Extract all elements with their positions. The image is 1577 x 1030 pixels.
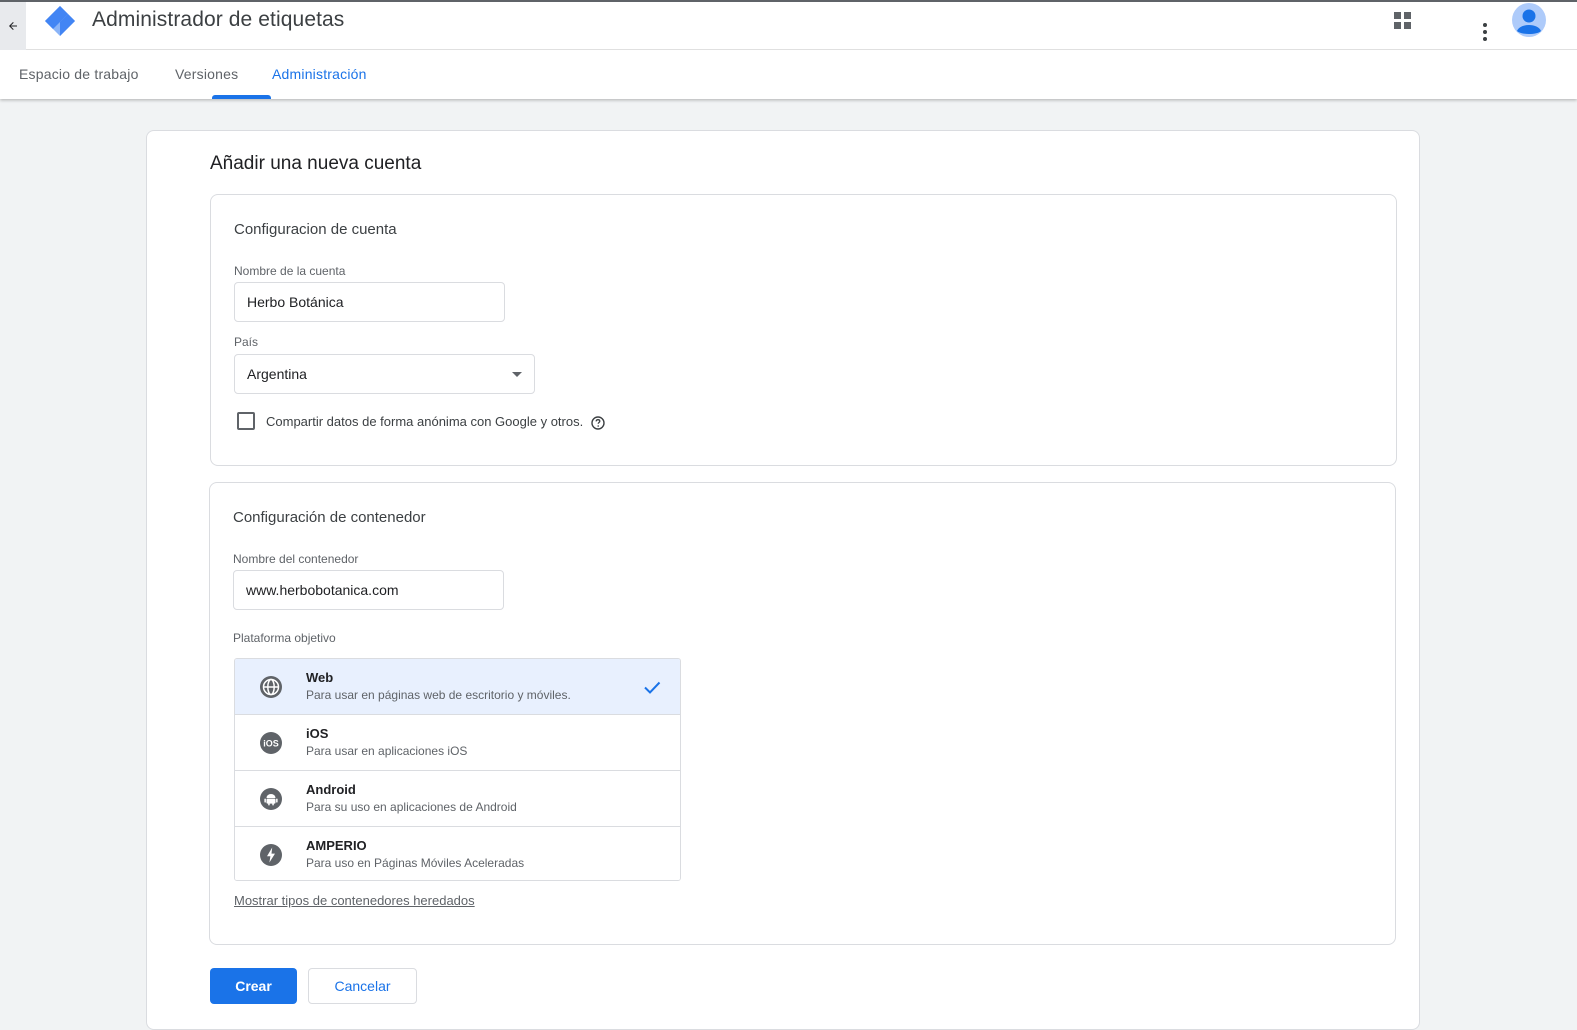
account-section-title: Configuracion de cuenta <box>234 221 397 238</box>
country-label: País <box>234 335 259 349</box>
active-tab-indicator <box>212 95 271 99</box>
container-settings-section: Configuración de contenedor Nombre del c… <box>209 482 1396 945</box>
platform-option-ios[interactable]: iOS iOS Para usar en aplicaciones iOS <box>235 715 680 771</box>
show-legacy-containers-link[interactable]: Mostrar tipos de contenedores heredados <box>234 893 475 908</box>
platform-list: Web Para usar en páginas web de escritor… <box>234 658 681 881</box>
container-name-label: Nombre del contenedor <box>233 552 359 566</box>
container-section-title: Configuración de contenedor <box>233 509 426 526</box>
new-account-card: Añadir una nueva cuenta Configuracion de… <box>146 130 1420 1030</box>
platform-name: AMPERIO <box>306 838 367 853</box>
checkmark-icon <box>644 681 661 694</box>
apps-grid-icon[interactable] <box>1394 12 1412 30</box>
share-data-checkbox[interactable] <box>237 412 255 430</box>
account-name-label: Nombre de la cuenta <box>234 264 346 278</box>
platform-option-amp[interactable]: AMPERIO Para uso en Páginas Móviles Acel… <box>235 827 680 880</box>
country-selected-value: Argentina <box>247 366 307 382</box>
platform-description: Para su uso en aplicaciones de Android <box>306 800 517 814</box>
tab-admin[interactable]: Administración <box>272 51 367 99</box>
account-avatar-icon[interactable] <box>1512 3 1546 37</box>
platform-description: Para usar en páginas web de escritorio y… <box>306 688 571 702</box>
account-name-input[interactable]: Herbo Botánica <box>234 282 505 322</box>
more-vert-icon[interactable] <box>1478 22 1492 42</box>
platform-name: Web <box>306 670 334 685</box>
page-title: Añadir una nueva cuenta <box>210 153 422 174</box>
account-settings-section: Configuracion de cuenta Nombre de la cue… <box>210 194 1397 466</box>
top-app-bar: Administrador de etiquetas Espacio de tr… <box>0 0 1577 99</box>
globe-icon <box>260 676 282 698</box>
nav-tabs: Espacio de trabajo Versiones Administrac… <box>0 51 1577 99</box>
platform-description: Para usar en aplicaciones iOS <box>306 744 468 758</box>
tab-workspace[interactable]: Espacio de trabajo <box>19 51 139 99</box>
svg-text:iOS: iOS <box>263 739 279 749</box>
back-button[interactable] <box>0 2 26 50</box>
platform-name: Android <box>306 782 356 797</box>
platform-description: Para uso en Páginas Móviles Aceleradas <box>306 856 525 870</box>
cancel-button[interactable]: Cancelar <box>308 968 417 1004</box>
container-name-input[interactable]: www.herbobotanica.com <box>233 570 504 610</box>
app-title: Administrador de etiquetas <box>92 8 345 31</box>
platform-option-android[interactable]: Android Para su uso en aplicaciones de A… <box>235 771 680 827</box>
platform-option-web[interactable]: Web Para usar en páginas web de escritor… <box>235 659 680 715</box>
dropdown-arrow-icon <box>512 372 522 377</box>
tag-manager-logo <box>45 6 75 36</box>
tab-versions[interactable]: Versiones <box>175 51 238 99</box>
target-platform-label: Plataforma objetivo <box>233 631 336 645</box>
country-select[interactable]: Argentina <box>234 354 535 394</box>
create-button[interactable]: Crear <box>210 968 297 1004</box>
share-data-label: Compartir datos de forma anónima con Goo… <box>266 414 584 429</box>
help-icon[interactable] <box>591 416 605 430</box>
android-icon <box>260 788 282 810</box>
header-row: Administrador de etiquetas <box>0 2 1577 50</box>
amp-bolt-icon <box>260 844 282 866</box>
ios-icon: iOS <box>260 732 282 754</box>
platform-name: iOS <box>306 726 329 741</box>
arrow-back-icon <box>9 22 17 30</box>
